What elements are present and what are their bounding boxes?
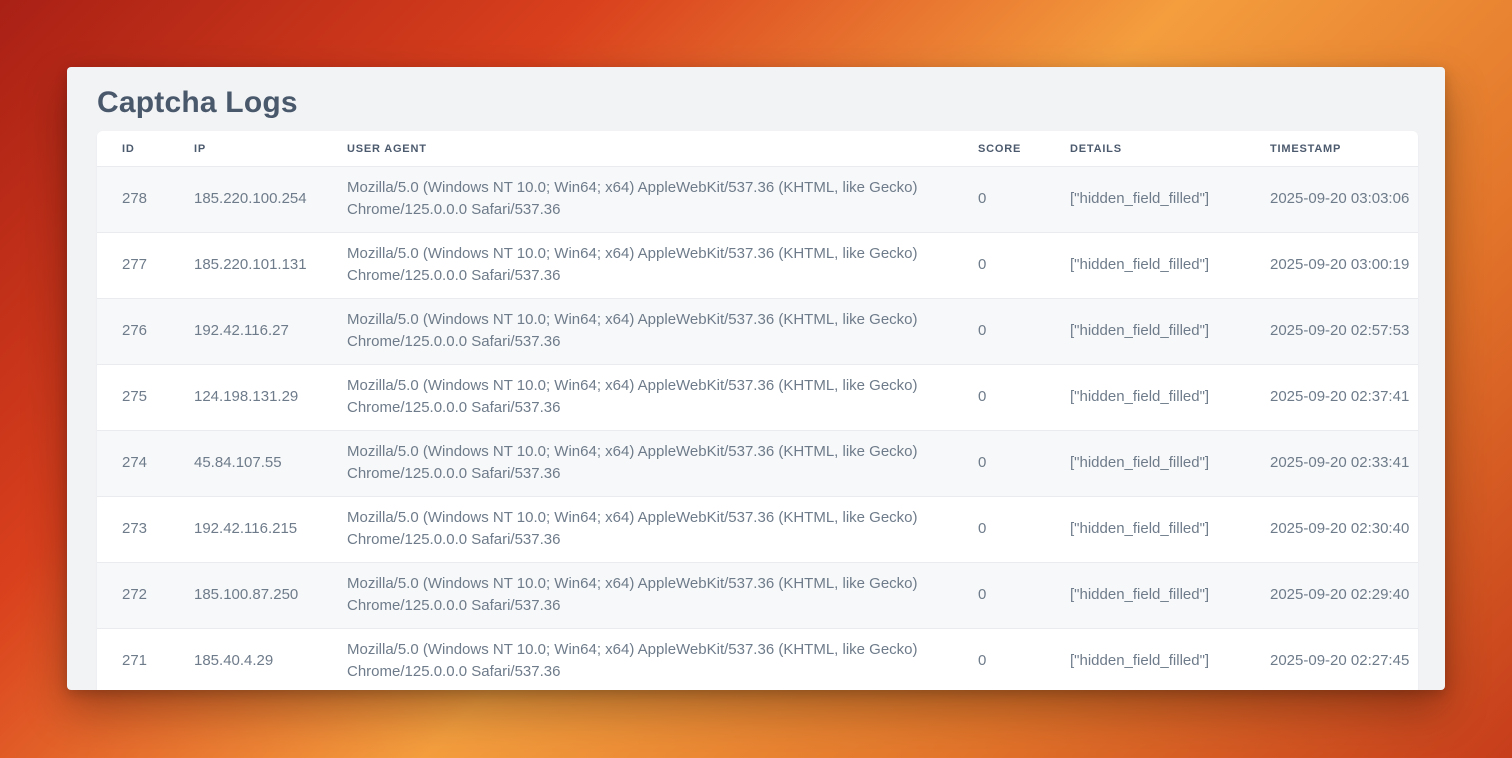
column-header-ip: IP <box>194 131 347 167</box>
cell-details: ["hidden_field_filled"] <box>1070 233 1270 299</box>
table-row: 271 185.40.4.29 Mozilla/5.0 (Windows NT … <box>97 629 1418 691</box>
cell-id: 275 <box>97 365 194 431</box>
cell-id: 278 <box>97 167 194 233</box>
table-row: 276 192.42.116.27 Mozilla/5.0 (Windows N… <box>97 299 1418 365</box>
cell-user-agent: Mozilla/5.0 (Windows NT 10.0; Win64; x64… <box>347 431 978 497</box>
cell-details: ["hidden_field_filled"] <box>1070 167 1270 233</box>
cell-details: ["hidden_field_filled"] <box>1070 497 1270 563</box>
column-header-user-agent: USER AGENT <box>347 131 978 167</box>
cell-ip: 192.42.116.215 <box>194 497 347 563</box>
cell-details: ["hidden_field_filled"] <box>1070 299 1270 365</box>
page-title: Captcha Logs <box>97 81 1418 125</box>
cell-user-agent: Mozilla/5.0 (Windows NT 10.0; Win64; x64… <box>347 629 978 691</box>
cell-ip: 45.84.107.55 <box>194 431 347 497</box>
cell-timestamp: 2025-09-20 02:29:40 <box>1270 563 1418 629</box>
cell-id: 276 <box>97 299 194 365</box>
cell-ip: 185.40.4.29 <box>194 629 347 691</box>
cell-timestamp: 2025-09-20 02:27:45 <box>1270 629 1418 691</box>
cell-score: 0 <box>978 431 1070 497</box>
table-row: 277 185.220.101.131 Mozilla/5.0 (Windows… <box>97 233 1418 299</box>
captcha-logs-table: ID IP USER AGENT SCORE DETAILS TIMESTAMP… <box>97 131 1418 690</box>
cell-score: 0 <box>978 299 1070 365</box>
cell-timestamp: 2025-09-20 02:33:41 <box>1270 431 1418 497</box>
captcha-table-body: 278 185.220.100.254 Mozilla/5.0 (Windows… <box>97 167 1418 691</box>
cell-ip: 185.100.87.250 <box>194 563 347 629</box>
cell-user-agent: Mozilla/5.0 (Windows NT 10.0; Win64; x64… <box>347 497 978 563</box>
captcha-logs-table-container: ID IP USER AGENT SCORE DETAILS TIMESTAMP… <box>97 131 1418 690</box>
cell-ip: 124.198.131.29 <box>194 365 347 431</box>
cell-user-agent: Mozilla/5.0 (Windows NT 10.0; Win64; x64… <box>347 233 978 299</box>
cell-timestamp: 2025-09-20 02:37:41 <box>1270 365 1418 431</box>
cell-id: 272 <box>97 563 194 629</box>
cell-id: 274 <box>97 431 194 497</box>
cell-ip: 185.220.100.254 <box>194 167 347 233</box>
cell-score: 0 <box>978 629 1070 691</box>
table-row: 273 192.42.116.215 Mozilla/5.0 (Windows … <box>97 497 1418 563</box>
cell-ip: 192.42.116.27 <box>194 299 347 365</box>
cell-id: 273 <box>97 497 194 563</box>
column-header-score: SCORE <box>978 131 1070 167</box>
cell-timestamp: 2025-09-20 02:57:53 <box>1270 299 1418 365</box>
cell-timestamp: 2025-09-20 02:30:40 <box>1270 497 1418 563</box>
cell-score: 0 <box>978 365 1070 431</box>
table-row: 272 185.100.87.250 Mozilla/5.0 (Windows … <box>97 563 1418 629</box>
cell-details: ["hidden_field_filled"] <box>1070 629 1270 691</box>
cell-details: ["hidden_field_filled"] <box>1070 563 1270 629</box>
cell-ip: 185.220.101.131 <box>194 233 347 299</box>
column-header-timestamp: TIMESTAMP <box>1270 131 1418 167</box>
cell-id: 277 <box>97 233 194 299</box>
cell-score: 0 <box>978 233 1070 299</box>
cell-user-agent: Mozilla/5.0 (Windows NT 10.0; Win64; x64… <box>347 299 978 365</box>
cell-details: ["hidden_field_filled"] <box>1070 365 1270 431</box>
cell-score: 0 <box>978 497 1070 563</box>
table-row: 275 124.198.131.29 Mozilla/5.0 (Windows … <box>97 365 1418 431</box>
cell-timestamp: 2025-09-20 03:03:06 <box>1270 167 1418 233</box>
cell-id: 271 <box>97 629 194 691</box>
table-row: 278 185.220.100.254 Mozilla/5.0 (Windows… <box>97 167 1418 233</box>
cell-score: 0 <box>978 563 1070 629</box>
cell-user-agent: Mozilla/5.0 (Windows NT 10.0; Win64; x64… <box>347 563 978 629</box>
cell-user-agent: Mozilla/5.0 (Windows NT 10.0; Win64; x64… <box>347 167 978 233</box>
table-row: 274 45.84.107.55 Mozilla/5.0 (Windows NT… <box>97 431 1418 497</box>
cell-timestamp: 2025-09-20 03:00:19 <box>1270 233 1418 299</box>
cell-score: 0 <box>978 167 1070 233</box>
captcha-logs-card: Captcha Logs ID IP USER AGENT SCORE DETA… <box>67 67 1445 690</box>
column-header-details: DETAILS <box>1070 131 1270 167</box>
cell-user-agent: Mozilla/5.0 (Windows NT 10.0; Win64; x64… <box>347 365 978 431</box>
cell-details: ["hidden_field_filled"] <box>1070 431 1270 497</box>
table-header: ID IP USER AGENT SCORE DETAILS TIMESTAMP <box>97 131 1418 167</box>
column-header-id: ID <box>97 131 194 167</box>
